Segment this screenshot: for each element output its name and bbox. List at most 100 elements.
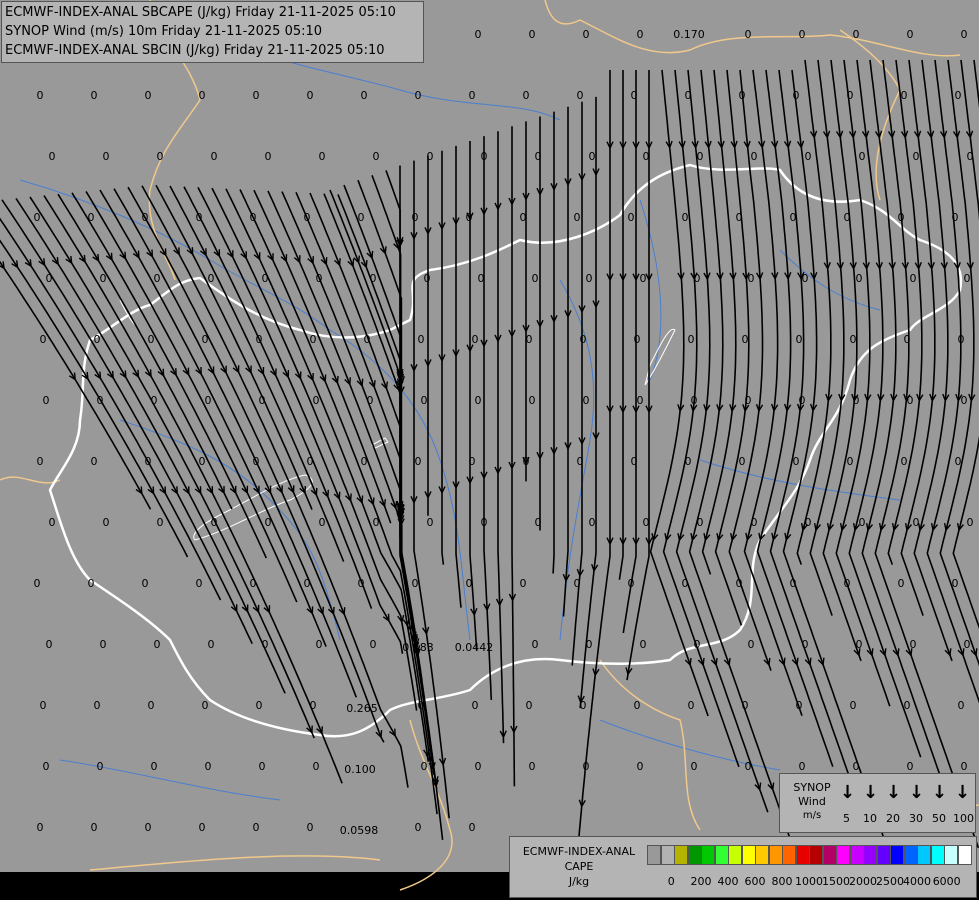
- cin-zero-label: 0: [307, 89, 314, 102]
- wind-legend-title: SYNOP Wind m/s: [784, 781, 840, 823]
- cin-zero-label: 0: [91, 455, 98, 468]
- down-arrow-icon: ↓: [886, 782, 902, 803]
- cin-zero-label: 0: [964, 272, 971, 285]
- cin-zero-label: 0: [418, 333, 425, 346]
- cape-legend-tick: 4000: [903, 875, 931, 888]
- cin-zero-label: 0: [853, 28, 860, 41]
- cin-zero-label: 0: [580, 333, 587, 346]
- title-line-wind: SYNOP Wind (m/s) 10m Friday 21-11-2025 0…: [5, 24, 323, 39]
- cin-zero-label: 0: [361, 89, 368, 102]
- cin-value-label: 0.0442: [455, 641, 494, 654]
- cape-legend-swatch: [660, 845, 675, 865]
- cin-zero-label: 0: [310, 333, 317, 346]
- cin-zero-label: 0: [211, 150, 218, 163]
- cape-legend-tick: 800: [771, 875, 793, 888]
- cin-zero-label: 0: [802, 272, 809, 285]
- cape-legend-swatch: [930, 845, 945, 865]
- cin-zero-label: 0: [412, 211, 419, 224]
- cin-zero-label: 0: [685, 455, 692, 468]
- cape-legend-title-cape: CAPE: [564, 860, 594, 873]
- cin-zero-label: 0: [37, 89, 44, 102]
- cin-zero-label: 0: [94, 333, 101, 346]
- cin-zero-label: 0: [88, 211, 95, 224]
- down-arrow-icon: ↓: [909, 782, 925, 803]
- cape-legend-swatch: [876, 845, 891, 865]
- cin-zero-label: 0: [481, 516, 488, 529]
- cin-zero-label: 0: [526, 333, 533, 346]
- cin-zero-label: 0: [421, 394, 428, 407]
- cin-zero-label: 0: [904, 699, 911, 712]
- cin-zero-label: 0: [802, 638, 809, 651]
- cin-zero-label: 0: [631, 89, 638, 102]
- cape-legend-tick: 6000: [932, 875, 961, 888]
- cin-zero-label: 0: [313, 394, 320, 407]
- cin-zero-label: 0: [583, 28, 590, 41]
- cin-zero-label: 0: [475, 394, 482, 407]
- cape-legend-tick: 400: [717, 875, 739, 888]
- cin-zero-label: 0: [319, 150, 326, 163]
- cin-zero-label: 0: [628, 577, 635, 590]
- cin-zero-label: 0: [589, 516, 596, 529]
- cin-zero-label: 0: [37, 821, 44, 834]
- cape-legend-swatch: [795, 845, 810, 865]
- cin-zero-label: 0: [103, 516, 110, 529]
- cin-zero-label: 0: [586, 272, 593, 285]
- cin-zero-label: 0: [103, 150, 110, 163]
- cin-zero-label: 0: [955, 455, 962, 468]
- cin-zero-label: 0: [910, 272, 917, 285]
- cin-zero-label: 0: [256, 699, 263, 712]
- cin-zero-label: 0: [736, 577, 743, 590]
- cin-zero-label: 0: [643, 150, 650, 163]
- cin-zero-label: 0: [100, 272, 107, 285]
- title-line-cin: ECMWF-INDEX-ANAL SBCIN (J/kg) Friday 21-…: [5, 43, 385, 58]
- cin-zero-label: 0: [793, 455, 800, 468]
- cin-zero-label: 0: [745, 760, 752, 773]
- cape-legend-tick: 2500: [876, 875, 904, 888]
- cin-zero-label: 0: [157, 516, 164, 529]
- cin-zero-label: 0: [577, 89, 584, 102]
- weather-map[interactable]: 0 0 0 0 0 0 0 0 0 0 0 0 0 0 0 0 0 0 0 0 0 0 0 0 0 0 0 0 0 0 0 0 0 0 0 0 0 0 0 0…: [0, 0, 979, 900]
- cape-legend-tick: 2000: [849, 875, 877, 888]
- cin-zero-label: 0: [898, 211, 905, 224]
- cin-zero-label: 0: [97, 394, 104, 407]
- cin-zero-label: 0: [316, 272, 323, 285]
- cin-zero-label: 0: [520, 577, 527, 590]
- wind-legend-speed: 10: [863, 812, 877, 825]
- wind-legend-speed: 20: [886, 812, 900, 825]
- cin-zero-label: 0: [91, 89, 98, 102]
- cin-zero-label: 0: [40, 699, 47, 712]
- wind-legend-speed: 100: [953, 812, 974, 825]
- cin-zero-label: 0: [358, 577, 365, 590]
- cin-zero-label: 0: [589, 150, 596, 163]
- cin-zero-label: 0: [799, 394, 806, 407]
- cin-value-label: 0.170: [673, 28, 705, 41]
- cin-zero-label: 0: [580, 699, 587, 712]
- cin-zero-label: 0: [634, 333, 641, 346]
- cin-zero-label: 0: [43, 760, 50, 773]
- cin-zero-label: 0: [43, 394, 50, 407]
- cin-zero-label: 0: [250, 577, 257, 590]
- cin-zero-label: 0: [34, 577, 41, 590]
- down-arrow-icon: ↓: [932, 782, 948, 803]
- cin-zero-label: 0: [952, 211, 959, 224]
- cape-legend-swatch: [755, 845, 769, 865]
- cin-zero-label: 0: [250, 211, 257, 224]
- cin-zero-label: 0: [421, 760, 428, 773]
- cin-zero-label: 0: [481, 150, 488, 163]
- cape-legend-swatch: [957, 845, 972, 865]
- cin-zero-label: 0: [199, 455, 206, 468]
- cin-zero-label: 0: [94, 699, 101, 712]
- cin-zero-label: 0: [910, 638, 917, 651]
- cin-zero-label: 0: [256, 333, 263, 346]
- cin-zero-label: 0: [691, 760, 698, 773]
- cape-legend-swatch: [890, 845, 904, 865]
- cape-legend-swatch: [687, 845, 702, 865]
- cin-zero-label: 0: [535, 516, 542, 529]
- streamline: [552, 111, 555, 574]
- cape-legend-swatch: [741, 845, 756, 865]
- cin-zero-label: 0: [424, 272, 431, 285]
- cin-zero-label: 0: [697, 150, 704, 163]
- cin-zero-label: 0: [856, 272, 863, 285]
- cin-zero-label: 0: [847, 455, 854, 468]
- cin-zero-label: 0: [850, 333, 857, 346]
